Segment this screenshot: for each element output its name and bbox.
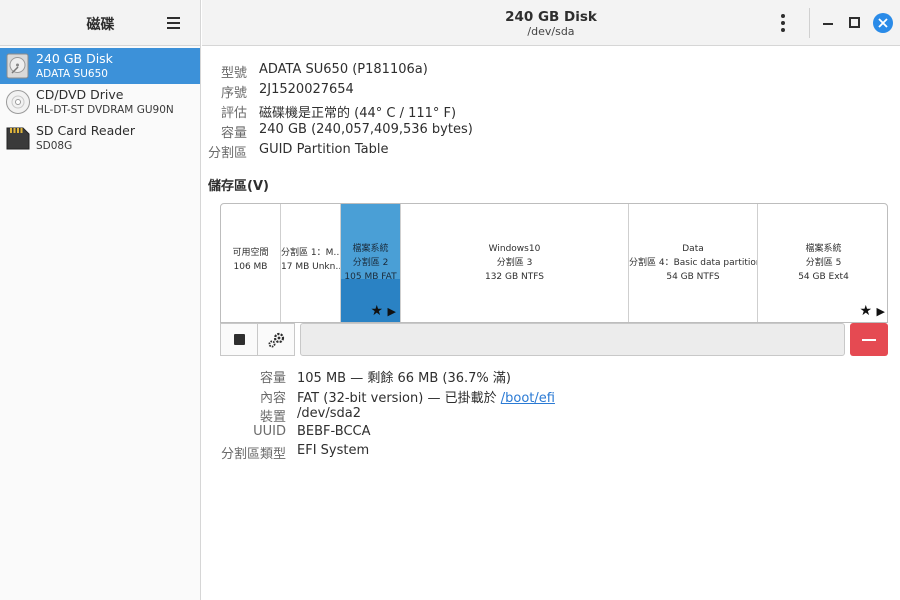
more-options-icon[interactable]	[772, 12, 794, 34]
minimize-button[interactable]	[818, 13, 838, 33]
maximize-button[interactable]	[845, 13, 865, 33]
segment-label: 檔案系統 分割區 5 54 GB Ext4	[798, 244, 849, 282]
star-icon: ★	[370, 303, 384, 319]
uuid-label: UUID	[253, 424, 286, 439]
size-value: 240 GB (240,057,409,536 bytes)	[259, 122, 473, 137]
disk-item-dvd[interactable]: CD/DVD Drive HL-DT-ST DVDRAM GU90N	[0, 84, 200, 120]
delete-partition-button[interactable]	[850, 323, 888, 356]
partitioning-value: GUID Partition Table	[259, 142, 389, 157]
partition-4-data[interactable]: Data 分割區 4：Basic data partition 54 GB NT…	[629, 204, 758, 322]
star-icon: ★	[859, 303, 873, 319]
assessment-label: 評估	[220, 106, 247, 121]
boot-mounted-icons: ★ ▶	[860, 304, 885, 319]
sidebar-header: 磁碟	[0, 0, 200, 46]
segment-label: Windows10 分割區 3 132 GB NTFS	[484, 244, 544, 282]
mounted-icon: ▶	[387, 305, 396, 318]
drive-harddisk-icon	[5, 53, 31, 79]
close-button[interactable]	[873, 13, 893, 33]
gears-icon	[268, 332, 285, 348]
stop-icon	[234, 334, 245, 345]
window-title: 240 GB Disk	[505, 9, 597, 25]
close-icon	[878, 18, 888, 28]
mount-point-link[interactable]: /boot/efi	[501, 391, 555, 406]
partition-5-ext4[interactable]: 檔案系統 分割區 5 54 GB Ext4 ★ ▶	[758, 204, 887, 322]
model-label: 型號	[220, 66, 247, 81]
minus-icon	[862, 339, 876, 341]
contents-value: FAT (32-bit version) — 已掛載於 /boot/efi	[297, 387, 555, 406]
boot-mounted-icons: ★ ▶	[371, 304, 396, 319]
hamburger-menu-icon[interactable]	[162, 12, 186, 34]
disk-sidebar: 磁碟 240 GB Disk ADATA SU650 CD/DVD Drive …	[0, 0, 201, 600]
mounted-icon: ▶	[876, 305, 885, 318]
contents-text: FAT (32-bit version) — 已掛載於	[297, 391, 501, 406]
volumes-heading: 儲存區(V)	[208, 179, 269, 194]
disk-name: SD Card Reader	[36, 123, 135, 138]
partition-settings-button[interactable]	[257, 323, 295, 356]
disk-name: 240 GB Disk	[36, 51, 113, 66]
serial-label: 序號	[220, 86, 247, 101]
partition-type-value: EFI System	[297, 443, 370, 458]
assessment-value: 磁碟機是正常的 (44° C / 111° F)	[259, 106, 457, 121]
partition-type-label: 分割區類型	[220, 447, 286, 462]
disk-item-sd-card[interactable]: SD Card Reader SD08G	[0, 120, 200, 156]
disk-model: HL-DT-ST DVDRAM GU90N	[36, 104, 174, 116]
partition-action-bar	[300, 323, 845, 356]
segment-label: 可用空間 106 MB	[232, 248, 269, 272]
uuid-value: BEBF-BCCA	[297, 424, 371, 439]
partitioning-label: 分割區	[207, 146, 247, 161]
header-bar: 240 GB Disk /dev/sda	[202, 0, 900, 46]
disk-model: ADATA SU650	[36, 68, 108, 80]
disk-model: SD08G	[36, 140, 73, 152]
disk-name: CD/DVD Drive	[36, 87, 124, 102]
partition-1[interactable]: 分割區 1：M… 17 MB Unkn…	[281, 204, 341, 322]
unmount-button[interactable]	[220, 323, 258, 356]
partition-free-space[interactable]: 可用空間 106 MB	[221, 204, 281, 322]
window-subtitle: /dev/sda	[527, 25, 575, 38]
device-value: /dev/sda2	[297, 406, 361, 421]
segment-label: 分割區 1：M… 17 MB Unkn…	[281, 248, 340, 272]
contents-label: 內容	[259, 391, 286, 406]
header-divider	[809, 8, 810, 38]
partition-2-efi[interactable]: 檔案系統 分割區 2 105 MB FAT ★ ▶	[341, 204, 401, 322]
disk-item-240gb[interactable]: 240 GB Disk ADATA SU650	[0, 48, 200, 84]
partition-map: 可用空間 106 MB 分割區 1：M… 17 MB Unkn… 檔案系統 分割…	[220, 203, 888, 323]
size-label: 容量	[220, 126, 247, 141]
model-value: ADATA SU650 (P181106a)	[259, 62, 428, 77]
optical-drive-icon	[5, 89, 31, 115]
partition-size-label: 容量	[259, 371, 286, 386]
sd-card-icon	[5, 125, 31, 151]
partition-size-value: 105 MB — 剩餘 66 MB (36.7% 滿)	[297, 371, 511, 386]
device-label: 裝置	[259, 410, 286, 425]
segment-label: 檔案系統 分割區 2 105 MB FAT	[344, 244, 397, 282]
serial-value: 2J1520027654	[259, 82, 354, 97]
segment-label: Data 分割區 4：Basic data partition 54 GB NT…	[629, 244, 757, 282]
partition-3-windows[interactable]: Windows10 分割區 3 132 GB NTFS	[401, 204, 629, 322]
